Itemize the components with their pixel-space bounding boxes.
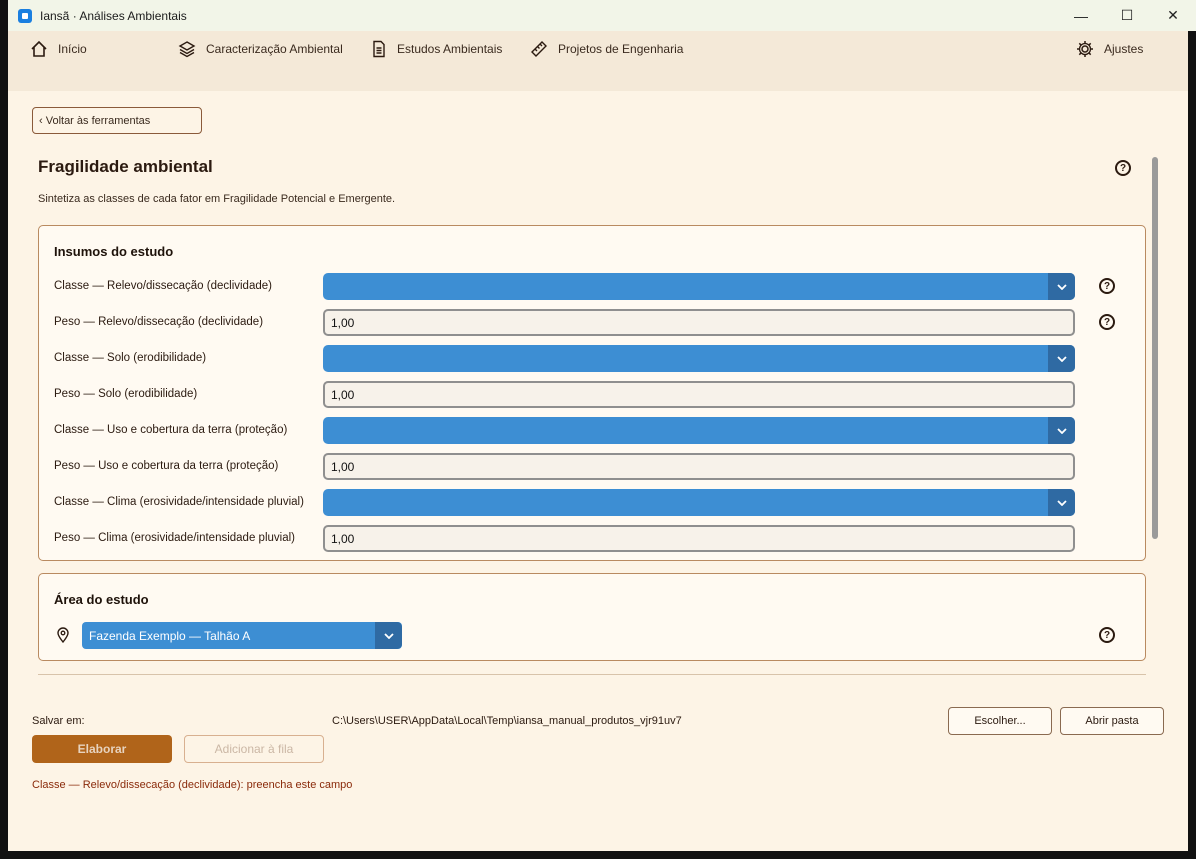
- relief-weight-field[interactable]: 1,00: [323, 309, 1075, 336]
- inputs-card: Insumos do estudo Classe — Relevo/dissec…: [38, 225, 1146, 561]
- divider: [38, 674, 1146, 675]
- help-icon[interactable]: ?: [1099, 278, 1115, 294]
- inputs-card-title: Insumos do estudo: [54, 244, 174, 259]
- help-icon[interactable]: ?: [1099, 314, 1115, 330]
- landuse-weight-field[interactable]: 1,00: [323, 453, 1075, 480]
- minimize-button[interactable]: —: [1058, 0, 1104, 31]
- nav-studies-label: Estudos Ambientais: [397, 42, 503, 56]
- home-icon: [31, 40, 47, 57]
- ruler-icon: [531, 41, 547, 57]
- location-pin-icon: [57, 627, 69, 643]
- nav-home-label: Início: [58, 42, 87, 56]
- chevron-down-icon: [375, 622, 402, 649]
- elaborate-button[interactable]: Elaborar: [32, 735, 172, 763]
- top-nav: Início Caracterização Ambiental Estudos …: [8, 31, 1188, 91]
- climate-class-dropdown[interactable]: [323, 489, 1075, 516]
- save-label: Salvar em:: [32, 715, 85, 727]
- area-dropdown-value: Fazenda Exemplo — Talhão A: [89, 628, 251, 643]
- layers-icon: [178, 41, 196, 58]
- help-icon[interactable]: ?: [1099, 627, 1115, 643]
- relief-class-dropdown[interactable]: [323, 273, 1075, 300]
- row-label: Peso — Relevo/dissecação (declividade): [54, 316, 264, 328]
- close-button[interactable]: ✕: [1150, 0, 1196, 31]
- page-subtitle: Sintetiza as classes de cada fator em Fr…: [38, 193, 396, 205]
- document-icon: [373, 40, 385, 58]
- nav-home[interactable]: Início: [30, 39, 87, 59]
- row-label: Peso — Clima (erosividade/intensidade pl…: [54, 532, 295, 544]
- chevron-down-icon: [1048, 489, 1075, 516]
- help-icon[interactable]: ?: [1115, 160, 1131, 176]
- window-title: Iansã · Análises Ambientais: [40, 8, 187, 23]
- row-label: Classe — Uso e cobertura da terra (prote…: [54, 424, 288, 436]
- validation-message: Classe — Relevo/dissecação (declividade)…: [32, 779, 353, 791]
- nav-engineering[interactable]: Projetos de Engenharia: [530, 39, 683, 59]
- add-to-queue-button[interactable]: Adicionar à fila: [184, 735, 324, 763]
- area-dropdown[interactable]: Fazenda Exemplo — Talhão A: [82, 622, 402, 649]
- chevron-down-icon: [1048, 345, 1075, 372]
- row-label: Classe — Clima (erosividade/intensidade …: [54, 496, 304, 508]
- save-path: C:\Users\USER\AppData\Local\Temp\iansa_m…: [332, 715, 682, 727]
- chevron-down-icon: [1048, 417, 1075, 444]
- app-icon: [18, 8, 32, 23]
- title-bar: Iansã · Análises Ambientais — ☐ ✕: [8, 0, 1196, 31]
- nav-settings-label: Ajustes: [1104, 42, 1144, 56]
- back-button[interactable]: ‹ Voltar às ferramentas: [32, 107, 202, 134]
- climate-weight-field[interactable]: 1,00: [323, 525, 1075, 552]
- row-label: Classe — Relevo/dissecação (declividade): [54, 280, 272, 292]
- row-label: Classe — Solo (erodibilidade): [54, 352, 207, 364]
- window-controls: — ☐ ✕: [1058, 0, 1196, 31]
- main-content: ‹ Voltar às ferramentas Fragilidade ambi…: [8, 91, 1188, 851]
- nav-characterization[interactable]: Caracterização Ambiental: [178, 39, 343, 59]
- nav-characterization-label: Caracterização Ambiental: [206, 42, 343, 56]
- area-card: Área do estudo Fazenda Exemplo — Talhão …: [38, 573, 1146, 661]
- choose-button[interactable]: Escolher...: [948, 707, 1052, 735]
- nav-engineering-label: Projetos de Engenharia: [558, 42, 684, 56]
- row-label: Peso — Solo (erodibilidade): [54, 388, 198, 400]
- page-title: Fragilidade ambiental: [38, 157, 213, 176]
- row-label: Peso — Uso e cobertura da terra (proteçã…: [54, 460, 279, 472]
- landuse-class-dropdown[interactable]: [323, 417, 1075, 444]
- gear-icon: [1077, 41, 1093, 57]
- maximize-button[interactable]: ☐: [1104, 0, 1150, 31]
- soil-weight-field[interactable]: 1,00: [323, 381, 1075, 408]
- nav-settings[interactable]: Ajustes: [1076, 39, 1143, 59]
- soil-class-dropdown[interactable]: [323, 345, 1075, 372]
- scrollbar[interactable]: [1152, 157, 1158, 539]
- nav-studies[interactable]: Estudos Ambientais: [371, 39, 502, 59]
- open-folder-button[interactable]: Abrir pasta: [1060, 707, 1164, 735]
- chevron-down-icon: [1048, 273, 1075, 300]
- area-card-title: Área do estudo: [54, 592, 149, 607]
